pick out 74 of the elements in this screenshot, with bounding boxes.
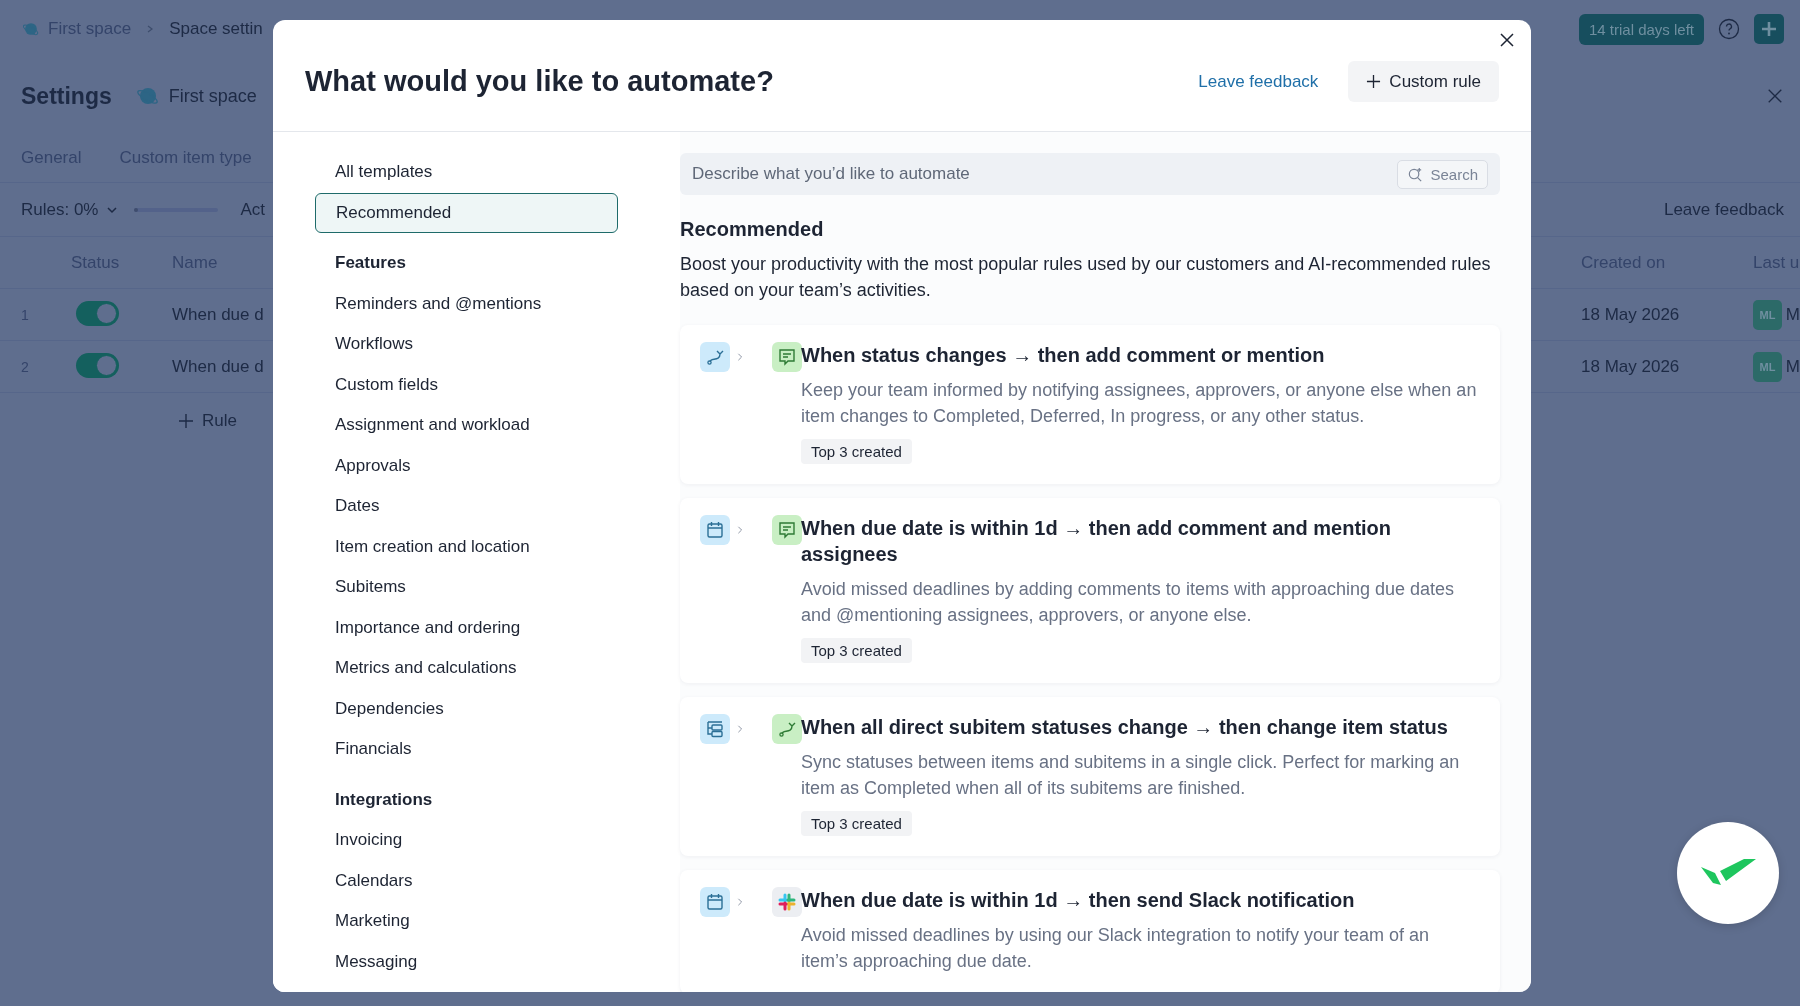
plus-icon bbox=[1366, 74, 1382, 89]
custom-rule-button[interactable]: Custom rule bbox=[1348, 61, 1499, 102]
popularity-tag: Top 3 created bbox=[801, 439, 912, 464]
status-toggle[interactable] bbox=[76, 352, 119, 378]
popularity-tag: Top 3 created bbox=[801, 811, 912, 836]
planet-icon bbox=[22, 20, 40, 38]
category-item[interactable]: Reminders and @mentions bbox=[315, 283, 618, 324]
category-heading: Integrations bbox=[334, 788, 434, 811]
hierarchy-icon bbox=[700, 714, 730, 744]
popularity-tag: Top 3 created bbox=[801, 638, 912, 663]
category-item[interactable]: Dates bbox=[315, 486, 618, 527]
template-title: When all direct subitem statuses change → then change item status bbox=[801, 715, 1449, 740]
status-toggle[interactable] bbox=[76, 300, 119, 326]
calendar-icon bbox=[700, 887, 730, 917]
section-description: Boost your productivity with the most popular rules used by our customers and AI-recommended rules based on your team’s activities. bbox=[680, 253, 1492, 302]
search-field[interactable]: Describe what you’d like to automate Search bbox=[680, 153, 1500, 195]
category-item[interactable]: Item creation and location bbox=[315, 526, 618, 567]
category-item[interactable]: Recommended bbox=[315, 192, 618, 233]
template-description: Avoid missed deadlines by adding comments to items with approaching due dates and @mentioning assignees, approvers, or anyone else. bbox=[801, 578, 1456, 627]
table-cell: When due d bbox=[172, 356, 264, 377]
calendar-icon bbox=[700, 515, 730, 545]
category-item[interactable]: Assignment and workload bbox=[315, 405, 618, 446]
space-name: First space bbox=[168, 85, 257, 107]
template-card[interactable] bbox=[680, 498, 1500, 683]
template-description: Sync statuses between items and subitems in a single click. Perfect for marking an item as Completed when all of its subitems are finished. bbox=[801, 751, 1461, 800]
chevron-right-icon bbox=[736, 896, 744, 908]
category-item[interactable]: Marketing bbox=[315, 901, 618, 942]
user-avatar: ML bbox=[1753, 351, 1782, 382]
plus-icon bbox=[1759, 19, 1779, 39]
category-item[interactable]: Importance and ordering bbox=[315, 607, 618, 648]
chevron-right-icon bbox=[736, 723, 744, 735]
help-icon[interactable] bbox=[1718, 18, 1740, 40]
table-cell: 18 May 2026 bbox=[1581, 304, 1680, 325]
path-icon bbox=[700, 342, 730, 372]
category-item[interactable]: Subitems bbox=[315, 567, 618, 608]
category-item[interactable]: Financials bbox=[315, 729, 618, 770]
template-card[interactable] bbox=[680, 697, 1500, 856]
actions-label: Act bbox=[240, 199, 266, 220]
table-cell: When due d bbox=[172, 304, 264, 325]
chevron-right-icon bbox=[736, 351, 744, 363]
template-title: When due date is within 1d → then add comment and mention assignees bbox=[801, 516, 1393, 567]
search-button[interactable]: Search bbox=[1397, 159, 1488, 189]
template-card[interactable]: When due date is within 1d → then send Slack notification Avoid missed deadlines by using our Slack integration to notify your team of an item’s approaching due date. bbox=[680, 870, 1500, 992]
category-item[interactable]: Workflows bbox=[315, 324, 618, 365]
breadcrumb-current: Space settin bbox=[169, 19, 263, 39]
chevron-right-icon bbox=[736, 524, 744, 536]
category-item[interactable]: Approvals bbox=[315, 445, 618, 486]
template-title: When due date is within 1d → then send Slack notification bbox=[801, 888, 1356, 913]
comment-icon bbox=[772, 342, 802, 372]
table-cell: 18 May 2026 bbox=[1581, 356, 1680, 377]
path-icon bbox=[772, 714, 802, 744]
category-item[interactable]: Dependencies bbox=[315, 688, 618, 729]
section-title: Recommended bbox=[680, 217, 825, 242]
plus-icon bbox=[178, 413, 194, 429]
add-button[interactable] bbox=[1754, 14, 1784, 44]
category-item[interactable]: All templates bbox=[315, 152, 618, 193]
template-title: When status changes → then add comment or mention bbox=[801, 343, 1326, 368]
table-cell: M bbox=[1785, 356, 1800, 377]
template-description: Avoid missed deadlines by using our Slack integration to notify your team of an item’s approaching due date. bbox=[801, 924, 1431, 973]
dialog-title: What would you like to automate? bbox=[305, 65, 774, 98]
category-item[interactable]: Metrics and calculations bbox=[315, 648, 618, 689]
template-card[interactable] bbox=[680, 325, 1500, 484]
slack-icon bbox=[772, 887, 802, 917]
table-cell: M bbox=[1785, 304, 1800, 325]
page-title: Settings bbox=[21, 82, 112, 110]
template-description: Keep your team informed by notifying assignees, approvers, or anyone else when an item changes to Completed, Deferred, In progress, or any other status. bbox=[801, 379, 1478, 428]
feedback-link[interactable]: Leave feedback bbox=[1198, 71, 1319, 92]
user-avatar: ML bbox=[1753, 299, 1782, 330]
category-heading: Features bbox=[334, 252, 407, 275]
comment-icon bbox=[772, 515, 802, 545]
category-item[interactable]: Custom fields bbox=[315, 364, 618, 405]
category-item[interactable]: Messaging bbox=[315, 941, 618, 982]
category-item[interactable]: Calendars bbox=[315, 860, 618, 901]
category-item[interactable]: Invoicing bbox=[315, 820, 618, 861]
